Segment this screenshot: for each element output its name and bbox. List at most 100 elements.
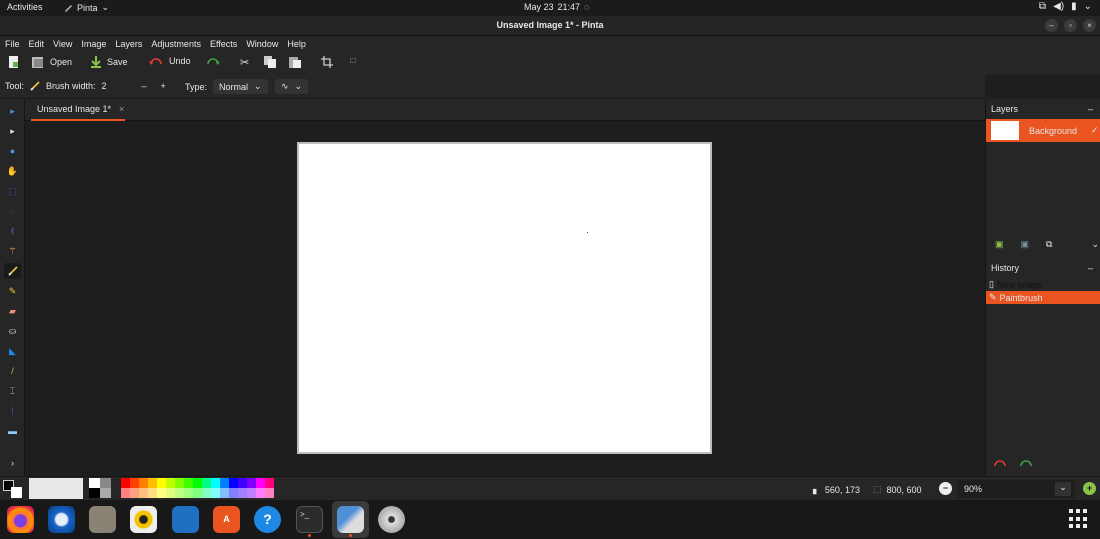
paint-bucket-tool[interactable]: ⛀ [4, 323, 21, 339]
pinta-icon[interactable] [337, 506, 364, 533]
palette-color-swatch[interactable] [202, 478, 211, 488]
paste-button[interactable] [289, 56, 301, 68]
menu-image[interactable]: Image [81, 39, 106, 49]
palette-color-swatch[interactable] [175, 488, 184, 498]
move-selected-tool[interactable]: ▸ [4, 103, 21, 119]
delete-layer-icon[interactable]: ▣ [1021, 239, 1030, 250]
zoom-out-button[interactable]: − [939, 482, 952, 495]
palette-color-swatch[interactable] [193, 478, 202, 488]
antialiasing-dropdown[interactable]: ∿ ⌄ [275, 79, 309, 94]
copy-button[interactable] [264, 56, 276, 68]
palette-color-swatch[interactable] [121, 478, 130, 488]
zoom-in-button[interactable]: + [1083, 482, 1096, 495]
restore-button[interactable]: ▫ [1064, 19, 1077, 32]
palette-color-swatch[interactable] [220, 478, 229, 488]
pan-tool[interactable]: ✋ [4, 163, 21, 179]
palette-color-swatch[interactable] [247, 478, 256, 488]
menu-help[interactable]: Help [287, 39, 306, 49]
files-icon[interactable] [89, 506, 116, 533]
redo-icon[interactable] [1019, 458, 1033, 468]
palette-color-swatch[interactable] [148, 488, 157, 498]
line-curve-tool[interactable]: ⁞ [4, 403, 21, 419]
text-tool[interactable]: ⌶ [4, 383, 21, 399]
activities-button[interactable]: Activities [7, 2, 43, 12]
palette-black[interactable] [89, 488, 100, 498]
palette-color-swatch[interactable] [130, 478, 139, 488]
layers-collapse-button[interactable]: – [1088, 104, 1093, 114]
show-apps-icon[interactable] [1069, 509, 1089, 529]
terminal-icon[interactable]: >_ [296, 506, 323, 533]
palette-color-swatch[interactable] [139, 478, 148, 488]
minimize-button[interactable]: – [1045, 19, 1058, 32]
history-item[interactable]: ▯ New image [986, 278, 1100, 291]
thunderbird-icon[interactable] [48, 506, 75, 533]
menu-effects[interactable]: Effects [210, 39, 237, 49]
help-icon[interactable]: ? [254, 506, 281, 533]
menu-layers[interactable]: Layers [115, 39, 142, 49]
palette-color-swatch[interactable] [202, 488, 211, 498]
disc-icon[interactable] [378, 506, 405, 533]
move-selection-tool[interactable]: ▸ [4, 123, 21, 139]
tab-close-icon[interactable]: × [119, 104, 124, 114]
menu-adjustments[interactable]: Adjustments [151, 39, 201, 49]
palette-color-swatch[interactable] [238, 488, 247, 498]
open-button[interactable]: Open [32, 56, 72, 68]
palette-color-swatch[interactable] [265, 488, 274, 498]
chevron-down-icon[interactable]: ⌄ [1055, 482, 1071, 496]
palette-color-swatch[interactable] [166, 478, 175, 488]
undo-icon[interactable] [993, 458, 1007, 468]
duplicate-layer-icon[interactable]: ⧉ [1046, 239, 1052, 250]
zoom-tool[interactable]: ● [4, 143, 21, 159]
layer-visibility-check-icon[interactable]: ✓ [1091, 125, 1099, 136]
layer-row[interactable]: Background ✓ [986, 119, 1100, 142]
palette-color-swatch[interactable] [229, 478, 238, 488]
cut-button[interactable]: ✂ [240, 56, 249, 69]
paintbrush-tool[interactable] [4, 263, 21, 279]
menu-edit[interactable]: Edit [29, 39, 45, 49]
recent-colors-box[interactable] [29, 478, 83, 499]
gradient-tool[interactable]: ◣ [4, 343, 21, 359]
type-dropdown[interactable]: Normal ⌄ [213, 79, 268, 94]
zoom-combo[interactable]: 90% ⌄ [957, 480, 1075, 498]
palette-color-swatch[interactable] [247, 488, 256, 498]
palette-gray[interactable] [100, 478, 111, 488]
palette-color-swatch[interactable] [148, 478, 157, 488]
document-tab[interactable]: Unsaved Image 1* × [31, 99, 125, 121]
palette-color-swatch[interactable] [130, 488, 139, 498]
palette-color-swatch[interactable] [184, 478, 193, 488]
palette-color-swatch[interactable] [193, 488, 202, 498]
eraser-tool[interactable]: ▰ [4, 303, 21, 319]
palette-color-swatch[interactable] [166, 488, 175, 498]
history-collapse-button[interactable]: – [1088, 263, 1093, 273]
image-canvas[interactable] [297, 142, 712, 454]
palette-color-swatch[interactable] [229, 488, 238, 498]
palette-color-swatch[interactable] [139, 488, 148, 498]
menu-window[interactable]: Window [246, 39, 278, 49]
brush-width-increase-button[interactable]: + [161, 81, 166, 91]
writer-icon[interactable] [172, 506, 199, 533]
ellipse-select-tool[interactable]: ◌ [4, 203, 21, 219]
app-menu[interactable]: Pinta ⌄ [64, 2, 109, 13]
software-icon[interactable]: A [213, 506, 240, 533]
redo-button[interactable] [206, 56, 220, 66]
rhythmbox-icon[interactable] [130, 506, 157, 533]
palette-color-swatch[interactable] [256, 478, 265, 488]
palette-color-swatch[interactable] [238, 478, 247, 488]
lasso-select-tool[interactable]: ℓ [4, 223, 21, 239]
palette-color-swatch[interactable] [256, 488, 265, 498]
palette-color-swatch[interactable] [211, 488, 220, 498]
palette-color-swatch[interactable] [175, 478, 184, 488]
history-item-active[interactable]: ✎ Paintbrush [986, 291, 1100, 304]
close-button[interactable]: × [1083, 19, 1096, 32]
magic-wand-tool[interactable]: ⚚ [4, 243, 21, 259]
palette-color-swatch[interactable] [184, 488, 193, 498]
palette-color-swatch[interactable] [265, 478, 274, 488]
menu-view[interactable]: View [53, 39, 72, 49]
palette-color-swatch[interactable] [157, 478, 166, 488]
undo-button[interactable]: Undo [149, 56, 191, 66]
new-button[interactable] [8, 56, 19, 68]
secondary-color-swatch[interactable] [11, 487, 22, 498]
pencil-tool[interactable]: ✎ [4, 283, 21, 299]
brush-width-decrease-button[interactable]: – [142, 81, 147, 91]
palette-white[interactable] [89, 478, 100, 488]
